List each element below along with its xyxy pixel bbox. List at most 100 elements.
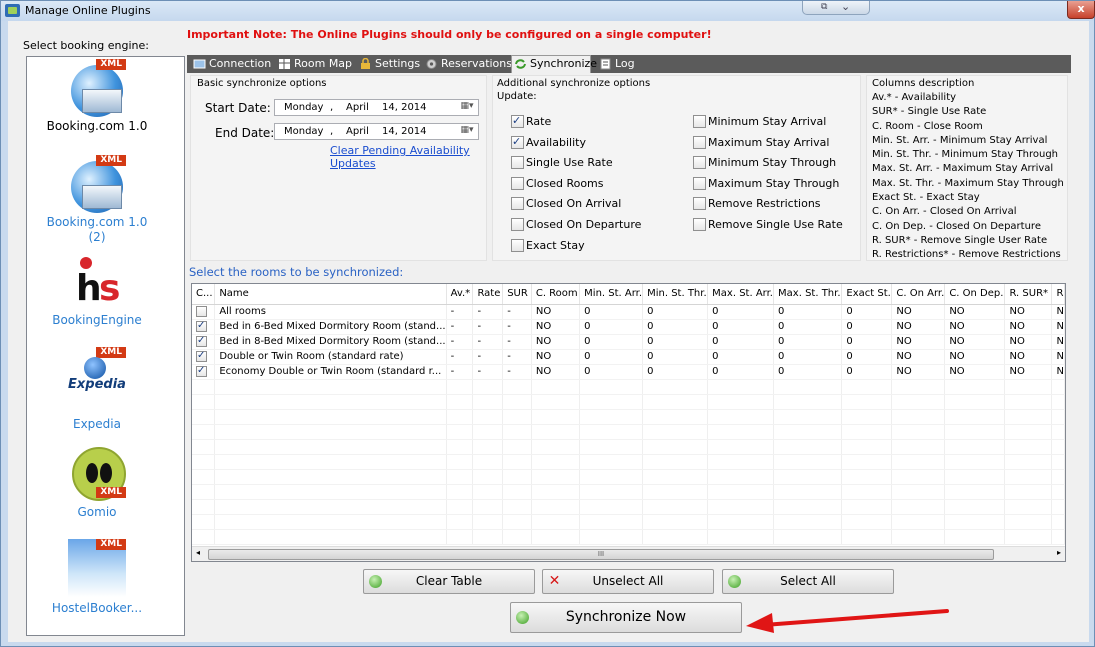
column-header[interactable]: C. On Arr. [891, 284, 946, 305]
row-checkbox[interactable] [196, 350, 207, 362]
checkbox-single-use-rate[interactable]: Single Use Rate [511, 156, 613, 169]
scroll-left-icon[interactable]: ◂ [196, 548, 200, 557]
table-cell: NO [891, 334, 946, 350]
column-header[interactable]: C... [192, 284, 216, 305]
checkbox-closed-on-departure[interactable]: Closed On Departure [511, 218, 641, 231]
xml-badge: XML [96, 155, 126, 166]
clear-table-button[interactable]: Clear Table [363, 569, 535, 594]
caption-extra-buttons[interactable]: ⧉ ⌄ [802, 0, 870, 15]
engine-item-bookingengine[interactable]: h s BookingEngine [27, 251, 167, 328]
checkbox-availability[interactable]: Availability [511, 135, 586, 149]
table-cell: NO [531, 304, 581, 320]
row-checkbox-cell[interactable] [192, 319, 216, 335]
column-header[interactable]: Exact St. [841, 284, 893, 305]
column-header[interactable]: Rate [472, 284, 504, 305]
engine-item-booking-com-2[interactable]: XML Booking.com 1.0 (2) [27, 155, 167, 245]
empty-cell [841, 514, 893, 530]
row-checkbox-cell[interactable] [192, 304, 216, 320]
table-cell: 0 [642, 304, 709, 320]
table-row[interactable]: Bed in 8-Bed Mixed Dormitory Room (stand… [192, 334, 1065, 350]
empty-cell [944, 439, 1006, 455]
select-all-button[interactable]: Select All [722, 569, 894, 594]
row-checkbox[interactable] [196, 365, 207, 377]
start-date-picker[interactable]: Monday , April 14, 2014 ▦▾ [274, 99, 479, 116]
empty-cell [642, 439, 709, 455]
tab-log[interactable]: Log [597, 56, 635, 73]
tab-synchronize[interactable]: Synchronize [511, 55, 597, 73]
engine-item-booking-com[interactable]: XML Booking.com 1.0 [27, 59, 167, 134]
end-date-picker[interactable]: Monday , April 14, 2014 ▦▾ [274, 123, 479, 140]
scroll-thumb[interactable]: III [208, 549, 994, 560]
empty-cell [214, 424, 447, 440]
column-header[interactable]: R [1051, 284, 1065, 305]
row-checkbox[interactable] [196, 305, 207, 317]
chevron-down-icon[interactable]: ⌄ [841, 0, 850, 13]
empty-cell [502, 529, 532, 545]
column-header[interactable]: Min. St. Arr. [579, 284, 644, 305]
tab-reservations[interactable]: Reservations [423, 56, 512, 73]
column-header[interactable]: Max. St. Arr. [707, 284, 775, 305]
tab-room-map[interactable]: Room Map [276, 56, 352, 73]
engine-item-gomio[interactable]: XML Gomio [27, 443, 167, 520]
empty-cell [502, 484, 532, 500]
column-header[interactable]: C. Room [531, 284, 581, 305]
row-checkbox-cell[interactable] [192, 364, 216, 380]
checkbox-max-stay-arrival[interactable]: Maximum Stay Arrival [693, 136, 829, 149]
row-checkbox-cell[interactable] [192, 334, 216, 350]
empty-cell [502, 499, 532, 515]
unselect-all-button[interactable]: ✕ Unselect All [542, 569, 714, 594]
table-cell: - [472, 349, 504, 365]
calendar-dropdown-icon[interactable]: ▦▾ [457, 101, 477, 114]
checkbox-rate[interactable]: Rate [511, 114, 551, 128]
row-checkbox-cell[interactable] [192, 349, 216, 365]
empty-row [192, 484, 1065, 500]
checkbox-max-stay-through[interactable]: Maximum Stay Through [693, 177, 839, 190]
empty-cell [642, 394, 709, 410]
column-header[interactable]: Min. St. Thr. [642, 284, 709, 305]
empty-cell [1004, 409, 1053, 425]
columns-description-group: Columns description Av.* - Availability … [866, 75, 1068, 261]
column-header[interactable]: SUR [502, 284, 532, 305]
tab-connection[interactable]: Connection [191, 56, 271, 73]
column-header[interactable]: Max. St. Thr. [773, 284, 843, 305]
empty-cell [642, 514, 709, 530]
empty-cell [531, 529, 581, 545]
column-header[interactable]: Av.* [446, 284, 474, 305]
basic-options-group: Basic synchronize options Start Date: Mo… [190, 75, 487, 261]
table-row[interactable]: Bed in 6-Bed Mixed Dormitory Room (stand… [192, 319, 1065, 335]
table-row[interactable]: All rooms - - - NO 0 0 0 0 0 NO NO NO N [192, 304, 1065, 320]
checkbox-closed-rooms[interactable]: Closed Rooms [511, 177, 604, 190]
grid-horizontal-scrollbar[interactable]: ◂ III ▸ [192, 546, 1065, 561]
restore-icon[interactable]: ⧉ [821, 2, 827, 12]
table-cell: 0 [707, 364, 775, 380]
column-header[interactable]: R. SUR* [1004, 284, 1053, 305]
close-button[interactable]: x [1067, 1, 1095, 19]
engine-item-expedia[interactable]: XML Expedia Expedia [27, 347, 167, 432]
empty-cell [192, 484, 216, 500]
empty-cell [531, 454, 581, 470]
column-header[interactable]: C. On Dep. [944, 284, 1006, 305]
empty-cell [472, 454, 504, 470]
synchronize-now-button[interactable]: Synchronize Now [510, 602, 742, 633]
checkbox-min-stay-through[interactable]: Minimum Stay Through [693, 156, 836, 169]
table-row[interactable]: Double or Twin Room (standard rate)---NO… [192, 349, 1065, 365]
checkbox-remove-restrictions[interactable]: Remove Restrictions [693, 197, 821, 210]
clear-pending-link[interactable]: Clear Pending Availability Updates [330, 144, 486, 170]
row-checkbox[interactable] [196, 320, 207, 332]
engine-item-hostelbooker[interactable]: XML HostelBooker... [27, 539, 167, 616]
checkbox-min-stay-arrival[interactable]: Minimum Stay Arrival [693, 115, 826, 128]
empty-cell [579, 484, 644, 500]
checkbox-exact-stay[interactable]: Exact Stay [511, 239, 585, 252]
table-row[interactable]: Economy Double or Twin Room (standard r.… [192, 364, 1065, 380]
row-checkbox[interactable] [196, 335, 207, 347]
empty-cell [1004, 394, 1053, 410]
empty-cell [472, 424, 504, 440]
scroll-right-icon[interactable]: ▸ [1057, 548, 1061, 557]
calendar-dropdown-icon[interactable]: ▦▾ [457, 125, 477, 138]
checkbox-closed-on-arrival[interactable]: Closed On Arrival [511, 197, 621, 210]
xml-badge: XML [96, 347, 126, 358]
empty-cell [891, 454, 946, 470]
column-header[interactable]: Name [214, 284, 447, 305]
tab-settings[interactable]: Settings [357, 56, 420, 73]
checkbox-remove-single-use-rate[interactable]: Remove Single Use Rate [693, 218, 843, 231]
